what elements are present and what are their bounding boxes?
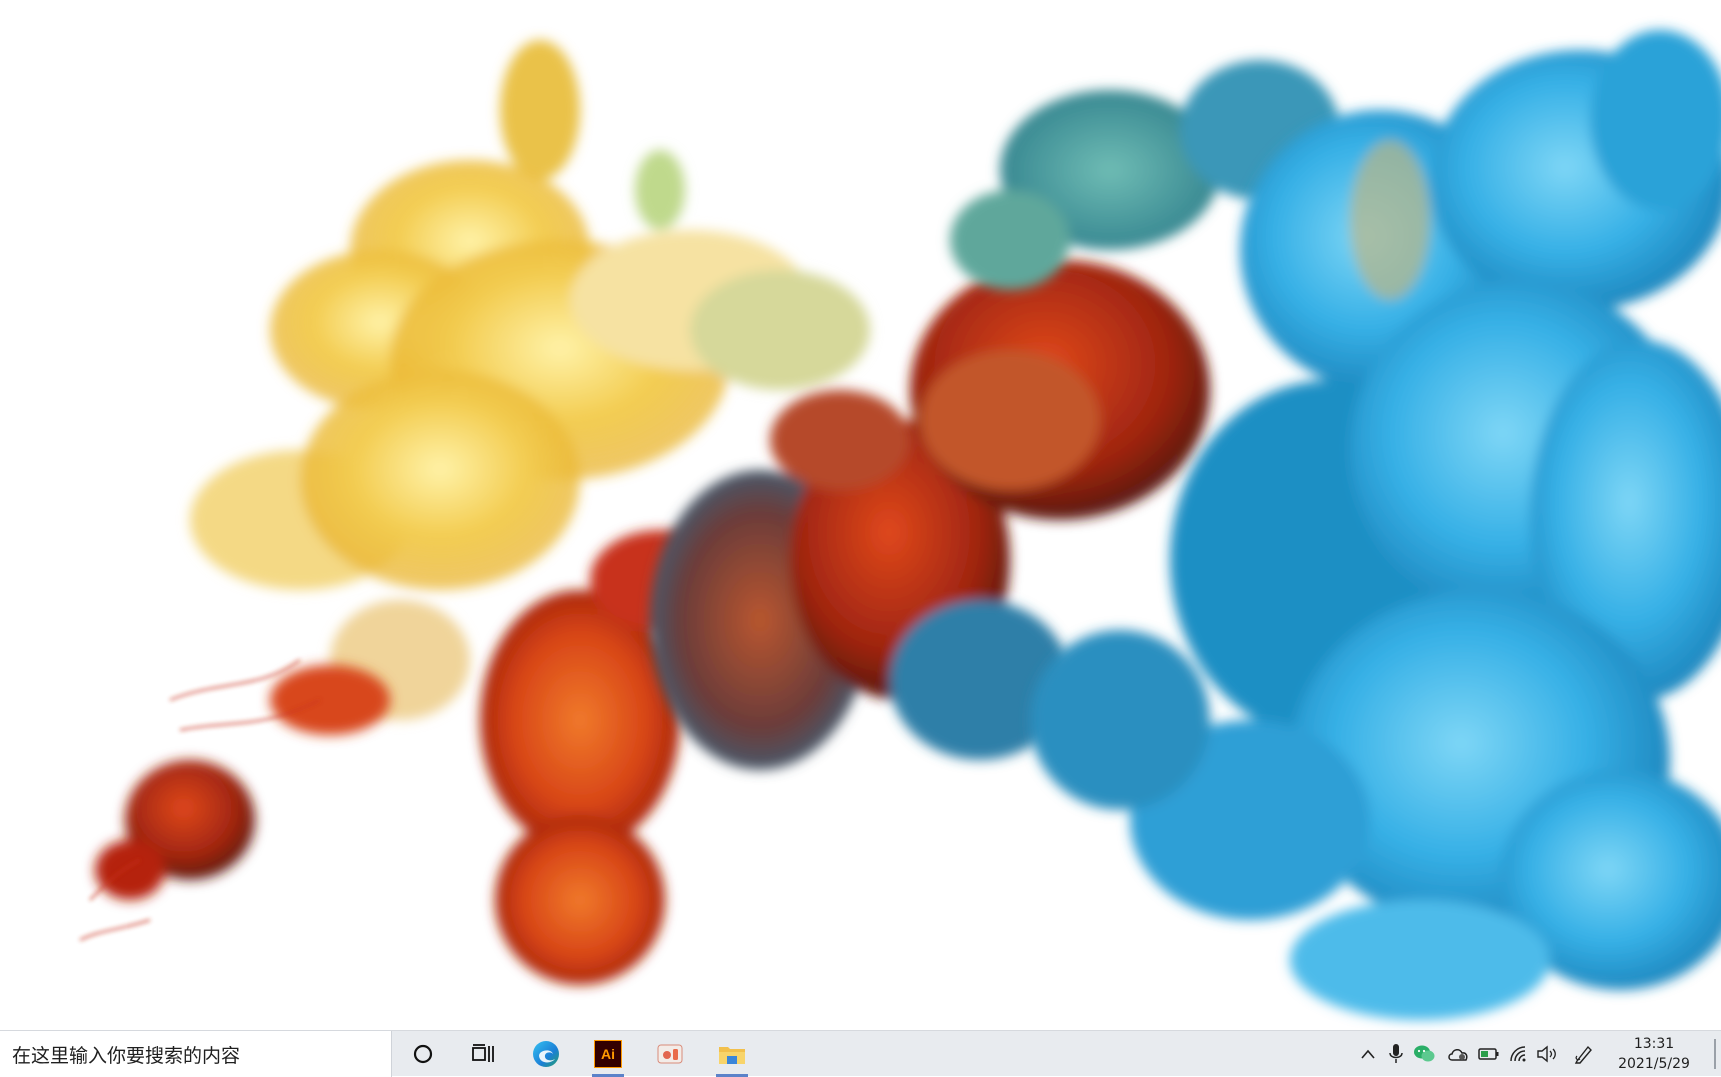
red-ink-cloud (95, 530, 730, 985)
pen-icon[interactable] (1572, 1042, 1596, 1066)
battery-icon[interactable] (1477, 1042, 1501, 1066)
wifi-icon[interactable] (1507, 1042, 1531, 1066)
desktop (0, 0, 1721, 1030)
illustrator-button[interactable]: Ai (580, 1031, 636, 1077)
volume-icon[interactable] (1535, 1042, 1559, 1066)
search-box[interactable]: 在这里输入你要搜索的内容 (0, 1031, 392, 1077)
circle-icon (412, 1043, 434, 1065)
clock-date: 2021/5/29 (1618, 1056, 1690, 1072)
file-explorer-button[interactable] (704, 1031, 760, 1077)
clock[interactable]: 13:31 2021/5/29 (1604, 1031, 1704, 1077)
paint3d-button[interactable] (642, 1031, 698, 1077)
onedrive-icon[interactable] (1446, 1042, 1470, 1066)
task-view-icon (471, 1043, 495, 1065)
cortana-button[interactable] (395, 1031, 451, 1077)
chevron-up-icon[interactable] (1356, 1042, 1380, 1066)
paint-icon (656, 1042, 684, 1066)
folder-icon (717, 1041, 747, 1067)
edge-button[interactable] (518, 1031, 574, 1077)
show-desktop-button[interactable] (1714, 1039, 1716, 1069)
ink-wallpaper (79, 30, 1721, 1020)
microphone-icon[interactable] (1384, 1042, 1408, 1066)
illustrator-label: Ai (601, 1046, 615, 1062)
taskbar: 在这里输入你要搜索的内容 Ai 13:31 2021/5/29 (0, 1030, 1721, 1077)
wechat-icon[interactable] (1412, 1042, 1436, 1066)
edge-icon (531, 1039, 561, 1069)
search-placeholder: 在这里输入你要搜索的内容 (12, 1044, 241, 1067)
clock-time: 13:31 (1633, 1036, 1675, 1052)
illustrator-icon: Ai (594, 1040, 622, 1068)
task-view-button[interactable] (455, 1031, 511, 1077)
